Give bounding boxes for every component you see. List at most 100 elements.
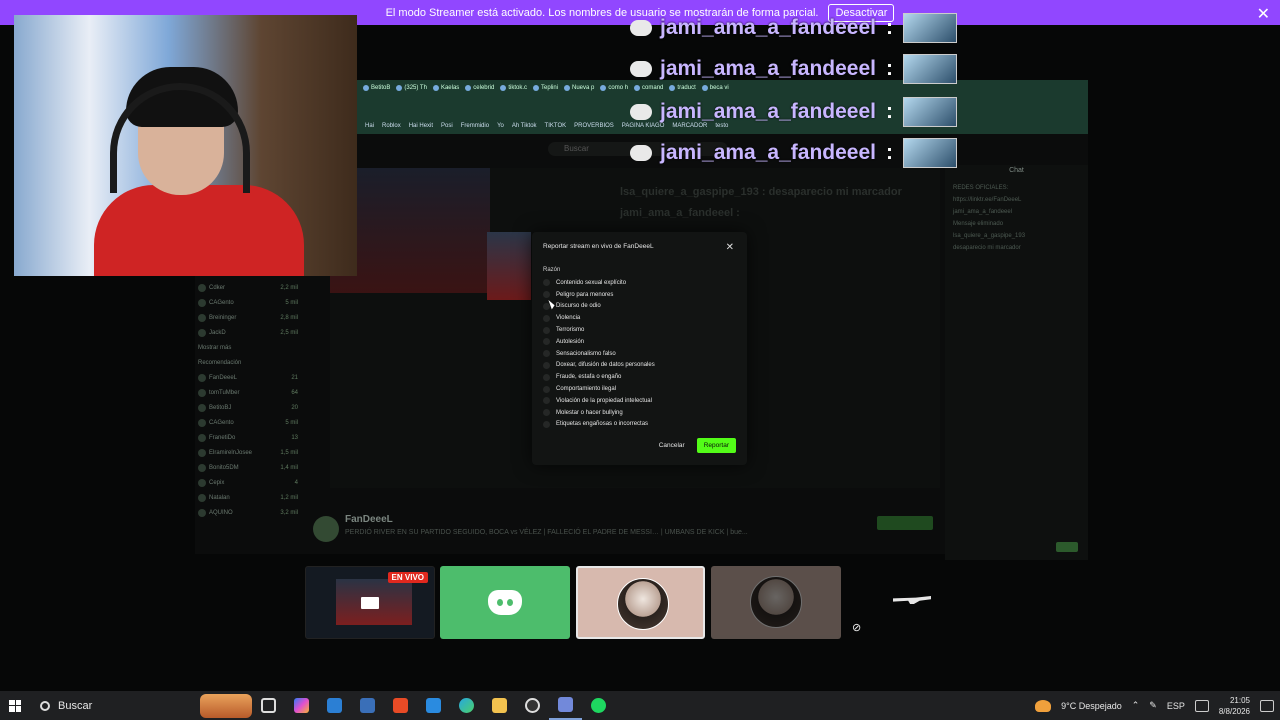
reason-option[interactable]: Contenido sexual explícito bbox=[543, 277, 736, 289]
reason-option[interactable]: Comportamiento ilegal bbox=[543, 383, 736, 395]
bookmark[interactable]: TIKTOK bbox=[545, 123, 567, 129]
reason-option[interactable]: Etiquetas engañosas o incorrectas bbox=[543, 419, 736, 431]
reason-option[interactable]: Doxear, difusión de datos personales bbox=[543, 360, 736, 372]
chevron-up-icon[interactable]: ⌃ bbox=[1132, 700, 1140, 711]
browser-tab[interactable]: (325) Th bbox=[396, 85, 427, 91]
mute-icon[interactable]: ⊘ bbox=[852, 621, 861, 634]
bookmark[interactable]: Fremmidio bbox=[461, 123, 489, 129]
sidebar-channel[interactable]: Breininger 2,8 mil bbox=[198, 310, 298, 325]
task-view-icon[interactable] bbox=[252, 691, 285, 720]
reason-option[interactable]: Violación de la propiedad intelectual bbox=[543, 395, 736, 407]
sidebar-channel[interactable]: Bonito5DM 1,4 mil bbox=[198, 460, 298, 475]
browser-tab[interactable]: tiktok.c bbox=[500, 85, 527, 91]
subscribe-button[interactable] bbox=[877, 516, 933, 530]
radio-icon[interactable] bbox=[543, 326, 550, 334]
radio-icon[interactable] bbox=[543, 291, 550, 299]
sidebar-channel[interactable]: AQUINO 3,2 mil bbox=[198, 505, 298, 520]
language-indicator[interactable]: ESP bbox=[1167, 701, 1185, 711]
sidebar-channel[interactable]: JackD 2,5 mil bbox=[198, 325, 298, 340]
vscode-icon[interactable] bbox=[318, 691, 351, 720]
edge-icon[interactable] bbox=[450, 691, 483, 720]
discord-card[interactable] bbox=[440, 566, 570, 639]
channel-name[interactable]: FanDeeeL bbox=[345, 514, 393, 525]
bookmark[interactable]: Yo bbox=[497, 123, 504, 129]
bookmark[interactable]: PROVERBIOS bbox=[574, 123, 614, 129]
bookmark[interactable]: Ah Tiktok bbox=[512, 123, 537, 129]
browser-tab[interactable]: Nueva p bbox=[564, 85, 594, 91]
notification-icon[interactable] bbox=[1260, 699, 1274, 712]
sidebar-channel[interactable]: FanDeeeL 21 bbox=[198, 370, 298, 385]
profile-card[interactable] bbox=[576, 566, 705, 639]
browser-tab[interactable]: Kaelas bbox=[432, 85, 459, 91]
recommended-heading: Recomendación bbox=[198, 359, 242, 366]
sidebar-channel[interactable]: Cepix 4 bbox=[198, 475, 298, 490]
browser-tab[interactable]: beca vi bbox=[701, 85, 729, 91]
bookmark[interactable]: Roblox bbox=[382, 123, 401, 129]
brave-icon[interactable] bbox=[384, 691, 417, 720]
report-button[interactable]: Reportar bbox=[696, 438, 736, 453]
radio-icon[interactable] bbox=[543, 420, 550, 428]
sidebar-channel[interactable]: CAGento 5 mil bbox=[198, 295, 298, 310]
browser-tab[interactable]: BetitoB bbox=[363, 85, 390, 91]
pen-icon[interactable]: ✎ bbox=[1149, 700, 1157, 711]
sidebar-channel[interactable]: CAGento 5 mil bbox=[198, 415, 298, 430]
reason-option[interactable]: Peligro para menores bbox=[543, 289, 736, 301]
radio-icon[interactable] bbox=[543, 385, 550, 393]
cancel-button[interactable]: Cancelar bbox=[655, 439, 689, 452]
browser-tab[interactable]: traduct bbox=[669, 85, 696, 91]
folder-icon[interactable] bbox=[483, 691, 516, 720]
radio-icon[interactable] bbox=[543, 314, 550, 322]
close-icon[interactable]: ✕ bbox=[726, 242, 734, 253]
sidebar-channel[interactable]: ElramirelnJosee 1,5 mil bbox=[198, 445, 298, 460]
browser-tab[interactable]: como h bbox=[600, 85, 628, 91]
reason-option[interactable]: Molestar o hacer bullying bbox=[543, 407, 736, 419]
weather-icon[interactable] bbox=[1035, 699, 1052, 712]
clock[interactable]: 21:05 8/8/2026 bbox=[1219, 695, 1250, 717]
close-icon[interactable]: ✕ bbox=[1257, 4, 1270, 24]
chat-send-button[interactable] bbox=[1056, 542, 1078, 552]
reason-option[interactable]: Sensacionalismo falso bbox=[543, 348, 736, 360]
store-icon[interactable] bbox=[417, 691, 450, 720]
spotify-icon[interactable] bbox=[582, 691, 615, 720]
modal-title: Reportar stream en vivo de FanDeeeL bbox=[543, 243, 654, 250]
radio-icon[interactable] bbox=[543, 397, 550, 405]
browser-tab[interactable]: celebrid bbox=[465, 85, 494, 91]
bookmark[interactable]: Hai Hexit bbox=[409, 123, 433, 129]
sidebar-channel[interactable]: FranetiDo 13 bbox=[198, 430, 298, 445]
vscode-icon[interactable] bbox=[351, 691, 384, 720]
live-stream-card[interactable]: EN VIVO bbox=[305, 566, 435, 639]
sidebar-channel[interactable]: Cdker 2,2 mil bbox=[198, 280, 298, 295]
obs-icon[interactable] bbox=[516, 691, 549, 720]
radio-icon[interactable] bbox=[543, 409, 550, 417]
bookmark[interactable]: Posi bbox=[441, 123, 453, 129]
windows-taskbar: Buscar 9°C Despejado ⌃ ✎ ESP 21:05 8/8/2… bbox=[0, 691, 1280, 720]
browser-tab[interactable]: comand bbox=[634, 85, 663, 91]
weather-text[interactable]: 9°C Despejado bbox=[1061, 701, 1122, 711]
discord-icon bbox=[488, 590, 522, 615]
reason-option[interactable]: Autolesión bbox=[543, 336, 736, 348]
show-more-link[interactable]: Mostrar más bbox=[198, 340, 298, 355]
sidebar-channel[interactable]: BetitoBJ 20 bbox=[198, 400, 298, 415]
profile-card[interactable] bbox=[711, 566, 841, 639]
chat-link[interactable]: https://linktr.ee/FanDeeeL bbox=[945, 194, 1088, 206]
monitor-icon bbox=[361, 597, 379, 609]
reason-option[interactable]: Terrorismo bbox=[543, 324, 736, 336]
windows-icon[interactable] bbox=[0, 691, 30, 720]
search-highlight-image[interactable] bbox=[200, 693, 252, 718]
reason-option[interactable]: Violencia bbox=[543, 312, 736, 324]
browser-tab[interactable]: Teplini bbox=[532, 85, 558, 91]
radio-icon[interactable] bbox=[543, 279, 550, 287]
radio-icon[interactable] bbox=[543, 350, 550, 358]
bookmark[interactable]: Hai bbox=[365, 123, 374, 129]
copilot-icon[interactable] bbox=[285, 691, 318, 720]
radio-icon[interactable] bbox=[543, 338, 550, 346]
radio-icon[interactable] bbox=[543, 361, 550, 369]
discord-icon[interactable] bbox=[549, 691, 582, 720]
reason-option[interactable]: Fraude, estafa o engaño bbox=[543, 371, 736, 383]
radio-icon[interactable] bbox=[543, 373, 550, 381]
channel-avatar[interactable] bbox=[313, 516, 339, 542]
network-icon[interactable] bbox=[1194, 699, 1209, 712]
sidebar-channel[interactable]: Natalan 1,2 mil bbox=[198, 490, 298, 505]
reason-option[interactable]: Discurso de odio bbox=[543, 301, 736, 313]
sidebar-channel[interactable]: tomTuMber 64 bbox=[198, 385, 298, 400]
